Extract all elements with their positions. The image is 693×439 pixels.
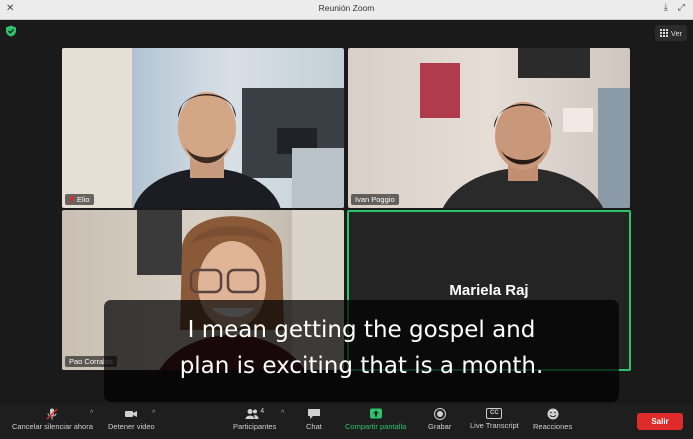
muted-mic-icon [69,195,75,204]
meeting-toolbar: Cancelar silenciar ahora ^ Detener video… [0,404,693,439]
view-button[interactable]: Ver [655,25,687,41]
live-caption: I mean getting the gospel and plan is ex… [104,300,619,402]
participant-name-center: Mariela Raj [449,282,529,299]
download-icon[interactable]: ⤓ [664,3,668,13]
participant-name: Ivan Poggio [355,195,395,204]
people-icon [245,409,259,419]
video-tile-ivan-poggio[interactable]: Ivan Poggio [348,48,630,208]
participant-video-ivan-poggio [420,48,630,208]
share-screen-label: Compartir pantalla [345,422,407,431]
participant-label: Elio [65,194,94,205]
reactions-button[interactable]: Reacciones [533,408,572,431]
video-tile-elio[interactable]: Elio [62,48,344,208]
participant-label: Ivan Poggio [351,194,399,205]
participant-name: Elio [77,195,90,204]
security-shield-icon[interactable] [5,25,17,37]
muted-microphone-icon [46,408,58,420]
unmute-label: Cancelar silenciar ahora [12,422,93,431]
grid-icon [659,29,668,37]
fullscreen-icon[interactable]: ⤢ [678,3,685,13]
record-label: Grabar [428,422,452,431]
share-screen-button[interactable]: Compartir pantalla [345,408,406,431]
chat-button[interactable]: Chat [306,408,322,431]
participants-label: Participantes [233,422,277,431]
leave-meeting-button[interactable]: Salir [637,413,683,430]
window-title: Reunión Zoom [318,3,375,13]
emoji-icon [547,408,559,420]
closed-captions-icon: CC [486,408,503,419]
video-camera-icon [125,411,138,417]
record-icon [433,408,446,420]
share-screen-icon [369,408,382,419]
chat-bubble-icon [307,409,320,419]
zoom-window: ✕ Reunión Zoom ⤓ ⤢ Ver Elio Ivan Poggio … [0,0,693,439]
participant-video-elio [62,48,344,208]
caption-line-1: I mean getting the gospel and [187,317,536,343]
stop-video-label: Detener video [108,422,155,431]
reactions-label: Reacciones [533,422,573,431]
view-button-label: Ver [670,28,683,38]
caption-line-2: plan is exciting that is a month. [179,353,544,379]
unmute-button[interactable]: Cancelar silenciar ahora [12,408,93,431]
participants-button[interactable]: 4 Participantes [233,408,276,431]
participant-count: 4 [260,408,265,415]
stop-video-button[interactable]: Detener video [108,408,155,431]
record-button[interactable]: Grabar [428,408,451,431]
live-transcript-button[interactable]: CC Live Transcript [470,408,519,430]
live-transcript-label: Live Transcript [470,421,519,430]
title-bar: ✕ Reunión Zoom ⤓ ⤢ [0,0,693,20]
chat-label: Chat [306,422,322,431]
